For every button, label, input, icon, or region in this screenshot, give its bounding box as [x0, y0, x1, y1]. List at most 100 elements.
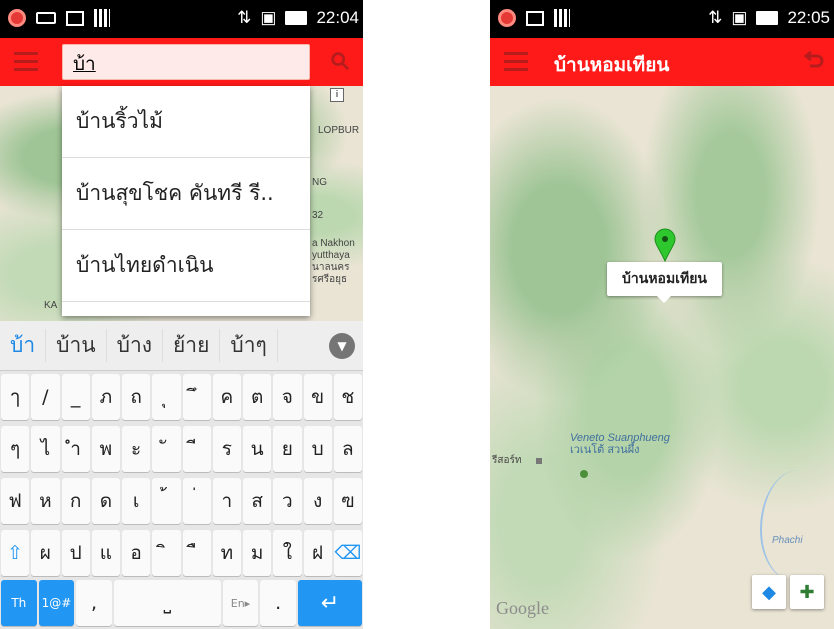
suggestion-item[interactable]: บ้านไทยดำเนิน — [62, 230, 310, 302]
letter-key[interactable]: ถ — [122, 374, 151, 420]
keyboard-suggestion-bar: บ้า บ้าน บ้าง ย้าย บ้าๆ ▼ — [0, 321, 363, 371]
google-maps-icon: ✚ — [799, 581, 815, 603]
suggestion-item[interactable]: บ้านริ้วไม้ — [62, 86, 310, 158]
map-label: รศรีอยุธ — [312, 274, 348, 285]
menu-icon[interactable] — [504, 52, 528, 72]
letter-key[interactable]: บ — [303, 426, 332, 472]
letter-key[interactable]: ๆ — [1, 426, 30, 472]
letter-key[interactable]: ว — [273, 478, 302, 524]
letter-key[interactable]: ิ — [152, 530, 181, 576]
letter-key[interactable]: ม — [243, 530, 272, 576]
search-input[interactable]: บ้า — [62, 44, 310, 80]
suggestion-item[interactable]: บ้านสุขโชค คันทรี รี.. — [62, 158, 310, 230]
google-attribution: Google — [496, 598, 549, 618]
letter-key[interactable]: ฟ — [1, 478, 30, 524]
letter-key[interactable]: ป — [61, 530, 90, 576]
letter-key[interactable]: พ — [91, 426, 120, 472]
keyboard-row-3: ฟหกดเ้่าสวงฃ — [0, 475, 363, 527]
menu-icon[interactable] — [14, 52, 38, 72]
shift-key[interactable]: ⇧ — [1, 530, 30, 576]
letter-key[interactable]: ท — [212, 530, 241, 576]
letter-key[interactable]: ง — [303, 478, 332, 524]
enter-key[interactable]: ↵ — [297, 580, 362, 626]
map-label: 32 — [312, 210, 324, 221]
expand-suggestions-icon[interactable]: ▼ — [329, 333, 355, 359]
location-pin-icon[interactable] — [654, 228, 676, 262]
word-suggestion[interactable]: บ้าน — [46, 329, 107, 362]
letter-key[interactable]: ใ — [273, 530, 302, 576]
letter-key[interactable]: อ — [122, 530, 151, 576]
app-bar: บ้า — [0, 38, 363, 86]
marker-info-window[interactable]: บ้านหอมเทียน — [607, 262, 722, 303]
letter-key[interactable]: ฝ — [303, 530, 332, 576]
status-bar: ⇅ ▣ 22:05 — [490, 0, 834, 38]
word-suggestion[interactable]: ย้าย — [163, 329, 221, 362]
map-label: NG — [312, 177, 327, 188]
directions-button[interactable]: ◆ — [752, 575, 786, 609]
wifi-icon: ⇅ — [708, 8, 723, 27]
park-icon — [580, 470, 588, 478]
letter-key[interactable]: ึ — [182, 374, 211, 420]
keyboard-icon — [36, 12, 56, 24]
letter-key[interactable]: ข — [303, 374, 332, 420]
map-label: LOPBUR — [318, 125, 360, 136]
letter-key[interactable]: ๅ — [1, 374, 30, 420]
place-label-en: Veneto Suanphueng — [570, 432, 670, 444]
word-suggestion[interactable]: บ้าๆ — [220, 329, 278, 362]
barcode-icon — [94, 9, 110, 27]
letter-key[interactable]: ต — [243, 374, 272, 420]
letter-key[interactable]: น — [243, 426, 272, 472]
image-icon — [66, 10, 84, 26]
word-suggestion[interactable]: บ้า — [0, 329, 47, 362]
period-key[interactable]: . — [260, 580, 296, 626]
letter-key[interactable]: ห — [31, 478, 60, 524]
letter-key[interactable]: ุ — [152, 374, 181, 420]
space-key[interactable]: ⎵ — [113, 580, 221, 626]
info-icon[interactable]: i — [330, 88, 344, 102]
word-suggestion[interactable]: บ้าง — [107, 329, 163, 362]
map-label: นาลนคร — [312, 262, 350, 273]
letter-key[interactable]: _ — [61, 374, 90, 420]
letter-key[interactable]: ้ — [152, 478, 181, 524]
poi-icon — [536, 458, 542, 464]
letter-key[interactable]: ฃ — [333, 478, 362, 524]
letter-key[interactable]: ะ — [122, 426, 151, 472]
map-label: a Nakhon — [312, 238, 355, 249]
letter-key[interactable]: ช — [333, 374, 362, 420]
river-line — [760, 470, 830, 580]
letter-key[interactable]: ร — [212, 426, 241, 472]
letter-key[interactable]: ี — [182, 426, 211, 472]
comma-key[interactable]: , — [76, 580, 112, 626]
status-time: 22:04 — [316, 8, 359, 27]
letter-key[interactable]: / — [31, 374, 60, 420]
letter-key[interactable]: ค — [212, 374, 241, 420]
letter-key[interactable]: แ — [91, 530, 120, 576]
letter-key[interactable]: ภ — [91, 374, 120, 420]
letter-key[interactable]: ื — [182, 530, 211, 576]
search-icon[interactable] — [329, 50, 351, 72]
letter-key[interactable]: ไ — [31, 426, 60, 472]
letter-key[interactable]: ำ — [61, 426, 90, 472]
letter-key[interactable]: เ — [122, 478, 151, 524]
app-notification-icon — [498, 9, 516, 27]
letter-key[interactable]: ผ — [31, 530, 60, 576]
letter-key[interactable]: ล — [333, 426, 362, 472]
letter-key[interactable]: ก — [61, 478, 90, 524]
letter-key[interactable]: ด — [91, 478, 120, 524]
backspace-key[interactable]: ⌫ — [333, 530, 362, 576]
letter-key[interactable]: ส — [243, 478, 272, 524]
language-key[interactable]: Th — [1, 580, 37, 626]
no-sim-icon: ▣ — [731, 8, 748, 27]
letter-key[interactable]: ั — [152, 426, 181, 472]
letter-key[interactable]: ่ — [182, 478, 211, 524]
letter-key[interactable]: า — [212, 478, 241, 524]
letter-key[interactable]: ย — [273, 426, 302, 472]
symbols-key[interactable]: 1@# — [38, 580, 75, 626]
app-notification-icon — [8, 9, 26, 27]
open-maps-button[interactable]: ✚ — [790, 575, 824, 609]
english-key[interactable]: En▸ — [222, 580, 259, 626]
search-input-text: บ้า — [73, 53, 96, 75]
letter-key[interactable]: จ — [273, 374, 302, 420]
back-icon[interactable] — [802, 50, 826, 74]
autocomplete-dropdown: บ้านริ้วไม้ บ้านสุขโชค คันทรี รี.. บ้านไ… — [62, 86, 310, 316]
